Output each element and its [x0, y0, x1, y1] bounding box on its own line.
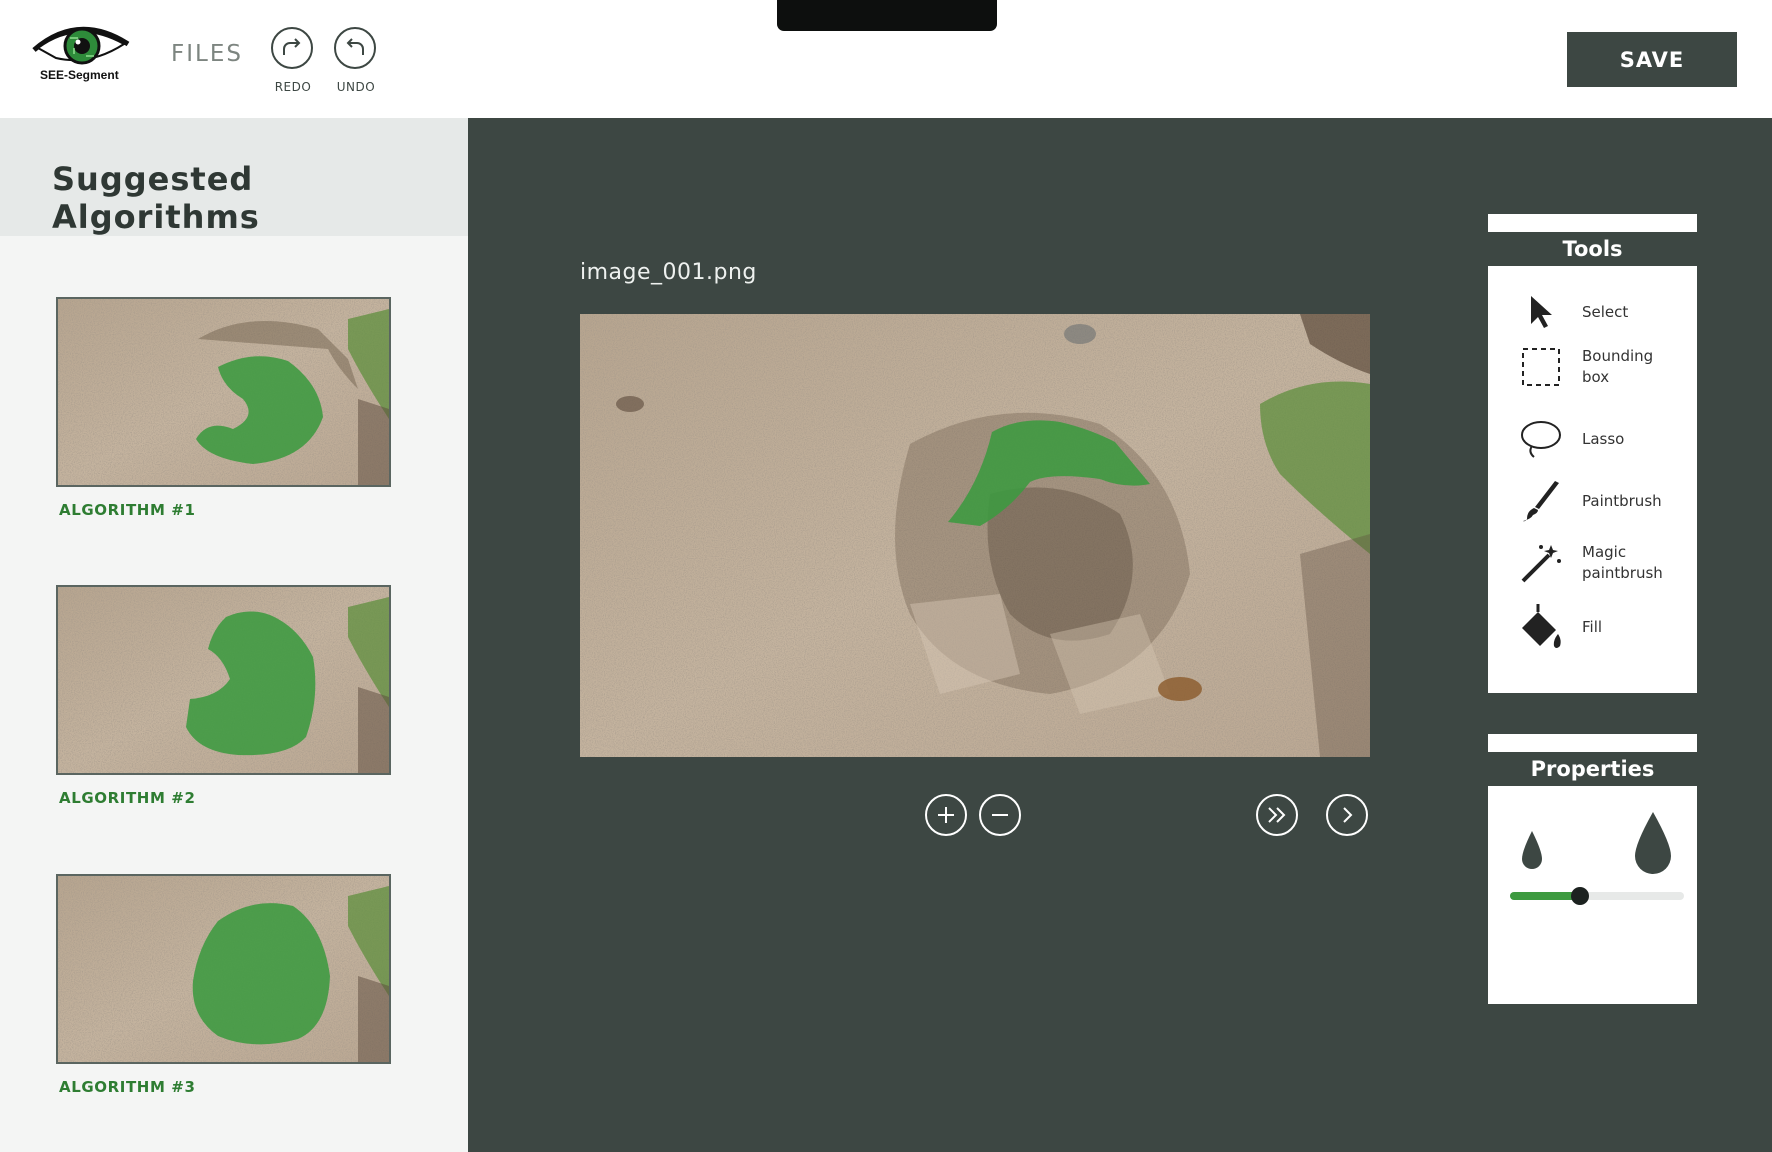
save-button[interactable]: SAVE: [1567, 32, 1737, 87]
tool-magic-paintbrush[interactable]: Magic paintbrush: [1518, 540, 1688, 586]
tools-panel: Tools Select Bounding box Lasso Paintbru…: [1488, 214, 1697, 693]
tool-bounding-box[interactable]: Bounding box: [1518, 344, 1688, 390]
algorithm-label-2: ALGORITHM #2: [59, 789, 196, 807]
algorithm-card-1[interactable]: ALGORITHM #1: [56, 297, 391, 519]
bounding-box-icon: [1518, 344, 1564, 390]
tool-label-magic-paintbrush: Magic paintbrush: [1582, 543, 1663, 582]
minus-icon: [992, 814, 1008, 816]
lasso-icon: [1518, 416, 1564, 462]
tool-label-select: Select: [1582, 302, 1629, 321]
double-chevron-right-icon: [1268, 807, 1286, 823]
tool-label-paintbrush: Paintbrush: [1582, 491, 1662, 510]
cursor-arrow-icon: [1518, 289, 1564, 335]
algorithm-card-2[interactable]: ALGORITHM #2: [56, 585, 391, 807]
logo-text: SEE-Segment: [40, 68, 119, 82]
properties-panel-title: Properties: [1488, 752, 1697, 786]
redo-icon: [271, 27, 313, 69]
slider-fill: [1510, 892, 1580, 900]
sidebar-header: Suggested Algorithms: [0, 118, 468, 236]
redo-button[interactable]: REDO: [271, 27, 315, 94]
properties-panel: Properties: [1488, 734, 1697, 1004]
undo-button[interactable]: UNDO: [334, 27, 378, 94]
small-drop-icon: [1522, 831, 1542, 869]
chevron-right-icon: [1343, 807, 1353, 823]
tool-paintbrush[interactable]: Paintbrush: [1518, 478, 1688, 524]
large-drop-icon: [1635, 812, 1671, 874]
suggested-algorithms-sidebar: Suggested Algorithms ALGORITHM #1 ALGORI…: [0, 118, 468, 1152]
paintbrush-icon: [1518, 478, 1564, 524]
zoom-in-button[interactable]: [925, 794, 967, 836]
zoom-out-button[interactable]: [979, 794, 1021, 836]
segmentation-canvas[interactable]: [580, 314, 1370, 757]
slider-handle[interactable]: [1570, 887, 1589, 905]
algorithm-label-1: ALGORITHM #1: [59, 501, 196, 519]
redo-label: REDO: [274, 80, 312, 94]
tool-select[interactable]: Select: [1518, 289, 1688, 335]
magic-wand-icon: [1518, 540, 1564, 586]
tool-label-fill: Fill: [1582, 617, 1603, 636]
undo-icon: [334, 27, 376, 69]
paint-bucket-icon: [1518, 604, 1564, 650]
plus-icon: [938, 807, 954, 823]
tool-fill[interactable]: Fill: [1518, 604, 1688, 650]
tool-lasso[interactable]: Lasso: [1518, 416, 1688, 462]
top-bar: SEE-Segment FILES REDO UNDO SAVE: [0, 0, 1772, 118]
tools-panel-title: Tools: [1488, 232, 1697, 266]
image-filename: image_001.png: [580, 260, 757, 285]
algorithm-thumbnail-3: [56, 874, 391, 1064]
undo-label: UNDO: [336, 80, 376, 94]
tool-label-bounding-box: Bounding box: [1582, 347, 1654, 386]
skip-forward-button[interactable]: [1256, 794, 1298, 836]
brush-size-slider[interactable]: [1510, 887, 1684, 905]
algorithm-thumbnail-1: [56, 297, 391, 487]
next-image-button[interactable]: [1326, 794, 1368, 836]
tool-label-lasso: Lasso: [1582, 429, 1625, 448]
algorithm-thumbnail-2: [56, 585, 391, 775]
camera-notch: [777, 0, 997, 31]
sidebar-title: Suggested Algorithms: [52, 160, 260, 236]
files-menu-link[interactable]: FILES: [171, 41, 243, 67]
algorithm-card-3[interactable]: ALGORITHM #3: [56, 874, 391, 1096]
algorithm-label-3: ALGORITHM #3: [59, 1078, 196, 1096]
